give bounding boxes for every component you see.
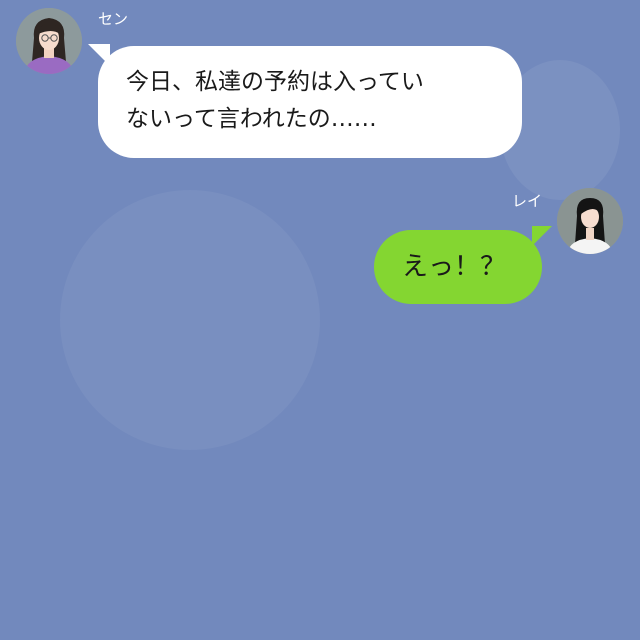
incoming-message-bubble[interactable]: 今日、私達の予約は入ってい ないって言われたの…… <box>98 46 522 158</box>
woman-glasses-purple-shirt-icon <box>16 8 82 74</box>
sender-name: セン <box>98 10 129 28</box>
chat-area: セン 今日、私達の予約は入ってい ないって言われたの…… レイ えっ！？ <box>0 0 640 640</box>
background-decoration <box>60 190 320 450</box>
bubble-tail <box>532 226 552 246</box>
avatar-rei[interactable] <box>557 188 623 254</box>
message-text-line: 今日、私達の予約は入ってい <box>126 69 424 95</box>
outgoing-message-bubble[interactable]: えっ！？ <box>374 230 542 304</box>
sender-name: レイ <box>512 192 543 210</box>
message-text-line: ないって言われたの…… <box>126 106 377 132</box>
avatar-sen[interactable] <box>16 8 82 74</box>
message-text: えっ！？ <box>402 252 507 282</box>
woman-long-black-hair-icon <box>557 188 623 254</box>
